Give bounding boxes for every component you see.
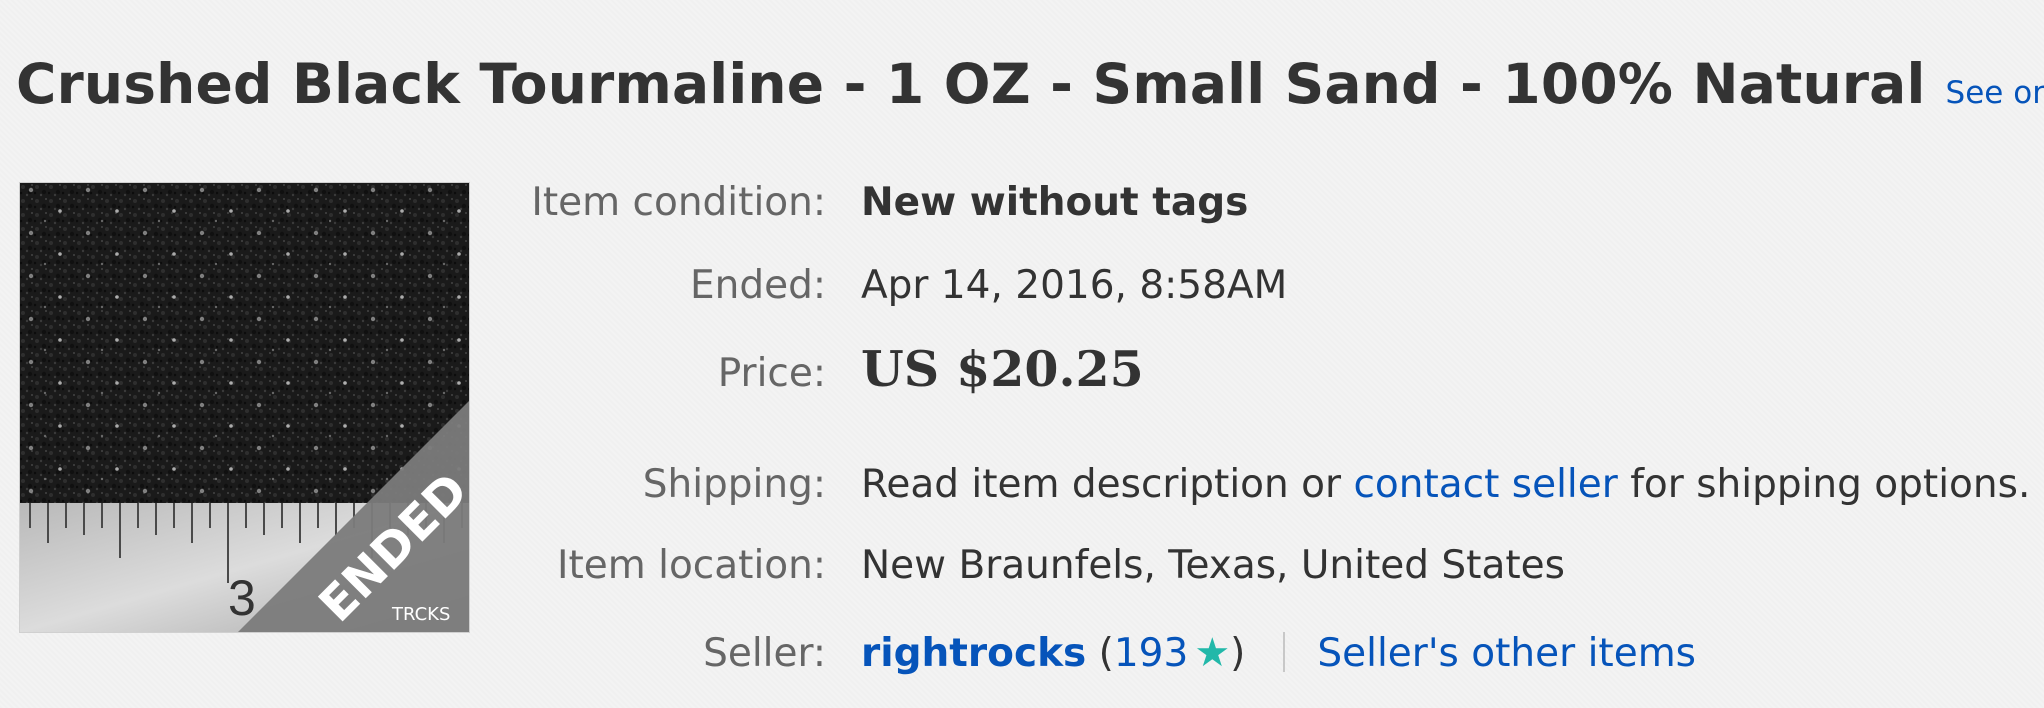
price-label: Price:: [717, 351, 826, 396]
row-shipping: Shipping: Read item description or conta…: [0, 462, 2044, 507]
feedback-score-link[interactable]: 193: [1114, 631, 1188, 676]
location-label: Item location:: [556, 543, 826, 588]
seller-label: Seller:: [703, 631, 826, 676]
seller-name-link[interactable]: rightrocks: [861, 631, 1086, 676]
ended-value: Apr 14, 2016, 8:58AM: [861, 263, 1288, 308]
condition-value: New without tags: [861, 180, 1249, 225]
shipping-text-after: for shipping options.: [1617, 462, 2031, 507]
paren-close: ): [1230, 631, 1246, 676]
location-value: New Braunfels, Texas, United States: [861, 543, 1565, 588]
shipping-value: Read item description or contact seller …: [861, 462, 2030, 507]
item-details: Item condition: New without tags Ended: …: [0, 0, 2044, 708]
condition-label: Item condition:: [531, 180, 826, 225]
ended-label: Ended:: [689, 263, 826, 308]
row-seller: Seller: rightrocks (193 ★) Seller's other …: [0, 630, 2044, 676]
row-condition: Item condition: New without tags: [0, 180, 2044, 225]
star-icon: ★: [1194, 630, 1231, 676]
shipping-label: Shipping:: [642, 462, 826, 507]
paren-open: (: [1098, 631, 1114, 676]
divider: [1283, 631, 1286, 672]
listing-page: Crushed Black Tourmaline - 1 OZ - Small …: [0, 0, 2044, 708]
shipping-text-before: Read item description or: [861, 462, 1354, 507]
contact-seller-link[interactable]: contact seller: [1353, 462, 1617, 507]
sellers-other-items-link[interactable]: Seller's other items: [1317, 631, 1696, 676]
price-value: US $20.25: [861, 340, 1144, 398]
row-ended: Ended: Apr 14, 2016, 8:58AM: [0, 263, 2044, 308]
seller-value: rightrocks (193 ★) Seller's other items: [861, 630, 1696, 676]
row-location: Item location: New Braunfels, Texas, Uni…: [0, 543, 2044, 588]
row-price: Price: US $20.25: [0, 340, 2044, 398]
